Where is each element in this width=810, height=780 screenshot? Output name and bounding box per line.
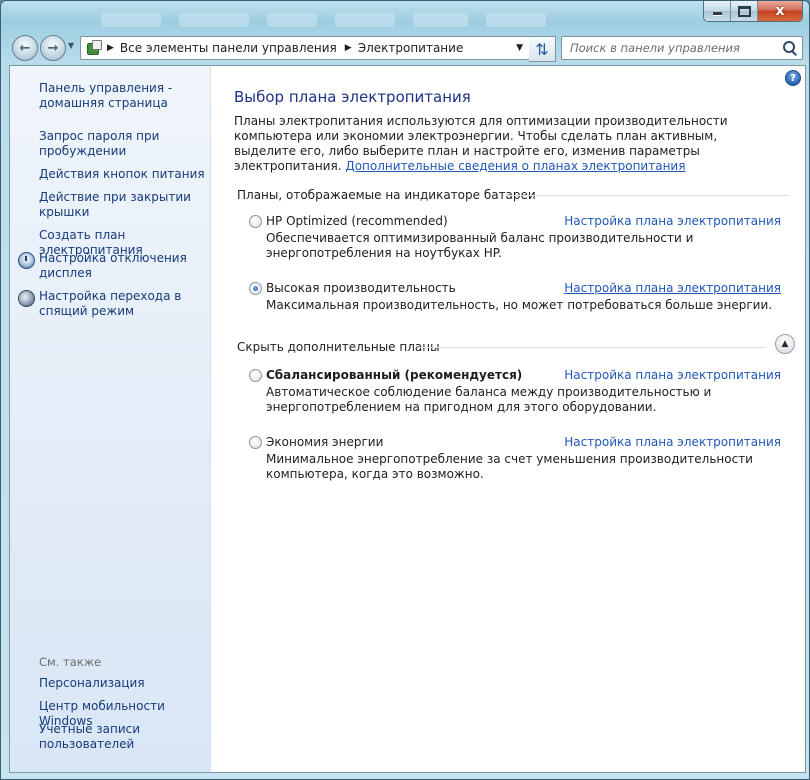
- breadcrumb-power-options[interactable]: Электропитание: [358, 41, 464, 55]
- see-also-user-accounts[interactable]: Учетные записи пользователей: [39, 722, 207, 752]
- sidebar-item-power-buttons[interactable]: Действия кнопок питания: [39, 167, 207, 182]
- see-also-personalization[interactable]: Персонализация: [39, 676, 207, 691]
- sleep-moon-icon: [18, 290, 35, 307]
- breadcrumb-arrow-icon[interactable]: ▶: [107, 43, 114, 53]
- plan-description: Максимальная производительность, но може…: [266, 298, 773, 312]
- sidebar-item-lid-close[interactable]: Действие при закрытии крышки: [39, 190, 207, 220]
- help-icon[interactable]: ?: [785, 70, 801, 86]
- sidebar: Панель управления - домашняя страница За…: [10, 66, 211, 772]
- chevron-up-icon: ▲: [781, 339, 789, 349]
- titlebar-background: [101, 13, 691, 31]
- search-box: [561, 36, 803, 60]
- arrow-right-icon: →: [47, 40, 59, 56]
- section-battery-plans: Планы, отображаемые на индикаторе батаре…: [237, 188, 536, 202]
- refresh-icon: ⇅: [535, 39, 549, 59]
- plan-name[interactable]: HP Optimized (recommended): [266, 214, 448, 228]
- plan-settings-link[interactable]: Настройка плана электропитания: [564, 368, 781, 382]
- plan-name[interactable]: Экономия энергии: [266, 435, 383, 449]
- address-dropdown-icon[interactable]: ▼: [516, 43, 523, 53]
- sidebar-home-link[interactable]: Панель управления - домашняя страница: [39, 81, 207, 111]
- plan-radio-hp-optimized[interactable]: [249, 215, 262, 228]
- section-hidden-plans: Скрыть дополнительные планы: [237, 340, 440, 354]
- maximize-button[interactable]: [731, 1, 758, 21]
- plan-settings-link[interactable]: Настройка плана электропитания: [564, 435, 781, 449]
- refresh-button[interactable]: ⇅: [529, 36, 556, 62]
- plan-radio-high-performance[interactable]: [249, 282, 262, 295]
- section-divider: [418, 347, 766, 348]
- arrow-left-icon: ←: [19, 40, 31, 56]
- plan-radio-balanced[interactable]: [249, 369, 262, 382]
- collapse-plans-button[interactable]: ▲: [775, 334, 795, 354]
- sidebar-item-sleep[interactable]: Настройка перехода в спящий режим: [39, 289, 207, 319]
- back-button[interactable]: ←: [12, 35, 38, 61]
- content-area: Панель управления - домашняя страница За…: [9, 65, 806, 773]
- caption-buttons: x: [703, 1, 803, 22]
- main-pane: ? Выбор плана электропитания Планы элект…: [211, 66, 805, 772]
- plan-name[interactable]: Высокая производительность: [266, 281, 456, 295]
- plan-description: Обеспечивается оптимизированный баланс п…: [266, 231, 694, 260]
- plan-settings-link[interactable]: Настройка плана электропитания: [564, 281, 781, 295]
- intro-paragraph: Планы электропитания используются для оп…: [234, 114, 779, 174]
- sidebar-item-wake-password[interactable]: Запрос пароля при пробуждении: [39, 129, 207, 159]
- window-frame: x ← → ▼ ▶ Все элементы панели управления…: [0, 0, 810, 780]
- plan-name[interactable]: Сбалансированный (рекомендуется): [266, 368, 522, 382]
- search-input[interactable]: [562, 40, 782, 56]
- control-panel-icon: [85, 40, 102, 56]
- recent-pages-dropdown[interactable]: ▼: [68, 41, 74, 50]
- minimize-icon: [712, 12, 722, 16]
- section-divider: [505, 195, 789, 196]
- plan-radio-power-saver[interactable]: [249, 436, 262, 449]
- more-info-link[interactable]: Дополнительные сведения о планах электро…: [345, 159, 685, 173]
- address-bar[interactable]: ▶ Все элементы панели управления ▶ Элект…: [80, 36, 530, 60]
- chevron-down-icon: ▼: [68, 41, 75, 50]
- plan-description: Минимальное энергопотребление за счет ум…: [266, 452, 753, 481]
- plan-settings-link[interactable]: Настройка плана электропитания: [564, 214, 781, 228]
- plan-description: Автоматическое соблюдение баланса между …: [266, 385, 712, 414]
- maximize-icon: [737, 5, 751, 17]
- page-title: Выбор плана электропитания: [234, 88, 471, 106]
- search-icon[interactable]: [782, 40, 798, 56]
- minimize-button[interactable]: [704, 1, 731, 21]
- sidebar-item-display-off[interactable]: Настройка отключения дисплея: [39, 251, 207, 281]
- see-also-heading: См. также: [39, 655, 102, 669]
- breadcrumb-all-items[interactable]: Все элементы панели управления: [120, 41, 337, 55]
- display-clock-icon: [18, 252, 35, 269]
- breadcrumb-arrow-icon[interactable]: ▶: [345, 43, 352, 53]
- close-icon: x: [775, 3, 785, 19]
- forward-button[interactable]: →: [40, 35, 66, 61]
- navigation-bar: ← → ▼ ▶ Все элементы панели управления ▶…: [1, 31, 809, 63]
- close-button[interactable]: x: [758, 1, 802, 21]
